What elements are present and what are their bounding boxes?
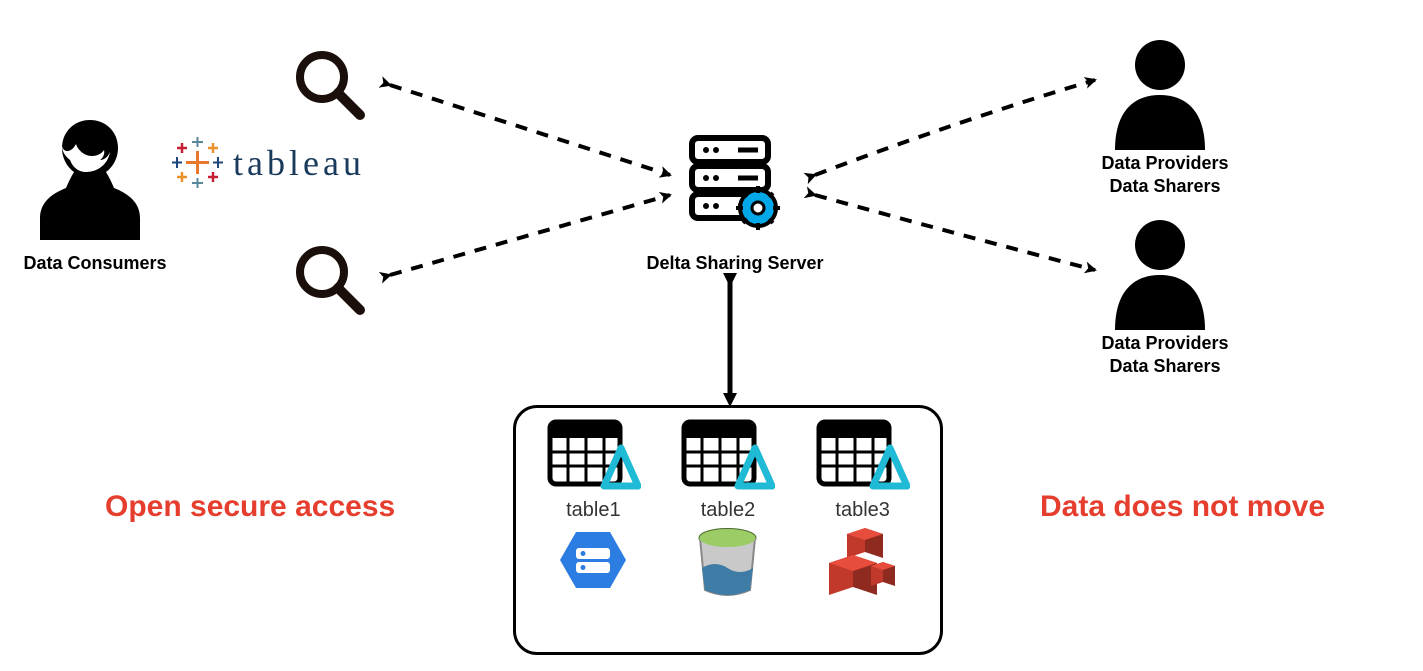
server-icon [680, 130, 790, 245]
tableau-mark-icon [170, 135, 225, 190]
provider-bottom-icon [1100, 210, 1220, 335]
table2-label: table2 [701, 499, 756, 522]
server-label: Delta Sharing Server [625, 252, 845, 275]
storage-box: table1 table2 [513, 405, 943, 655]
table1-col: table1 [546, 418, 641, 642]
provider-bottom-line2: Data Sharers [1109, 356, 1220, 376]
table1-label: table1 [566, 499, 621, 522]
provider-top-line2: Data Sharers [1109, 176, 1220, 196]
tableau-wordmark: tableau [233, 142, 365, 184]
magnifier-top-icon [290, 45, 370, 130]
gcp-storage-icon [558, 528, 628, 593]
table3-col: table3 [815, 418, 910, 642]
provider-top-icon [1100, 30, 1220, 155]
provider-top-line1: Data Providers [1101, 153, 1228, 173]
delta-table2-icon [680, 418, 775, 493]
aws-storage-icon [825, 528, 900, 598]
provider-top-label: Data Providers Data Sharers [1085, 152, 1245, 199]
tableau-logo: tableau [170, 135, 365, 190]
data-consumer-icon [30, 115, 150, 250]
table2-col: table2 [680, 418, 775, 642]
provider-bottom-line1: Data Providers [1101, 333, 1228, 353]
provider-bottom-label: Data Providers Data Sharers [1085, 332, 1245, 379]
callout-left: Open secure access [105, 490, 395, 524]
datalake-icon [695, 528, 760, 598]
table3-label: table3 [835, 499, 890, 522]
callout-right: Data does not move [1040, 490, 1325, 524]
magnifier-bottom-icon [290, 240, 370, 325]
data-consumers-label: Data Consumers [15, 252, 175, 275]
delta-table3-icon [815, 418, 910, 493]
delta-table1-icon [546, 418, 641, 493]
